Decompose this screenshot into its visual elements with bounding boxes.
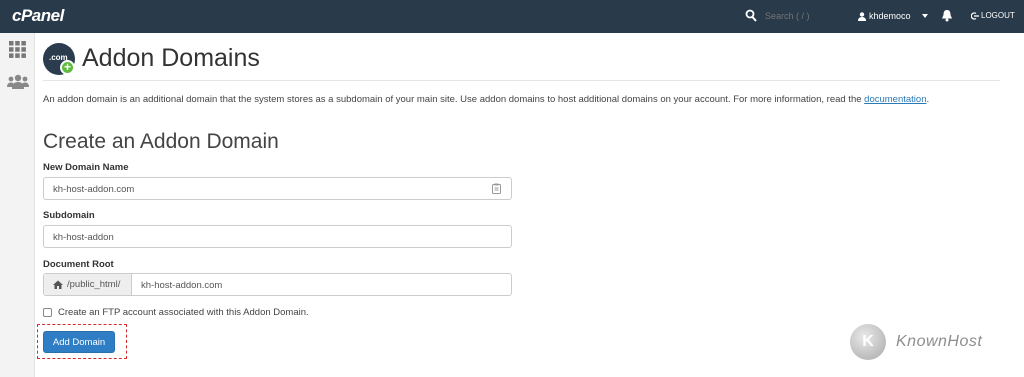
document-root-value: kh-host-addon.com [141,280,223,291]
logout-label: LOGOUT [981,11,1015,20]
users-icon[interactable] [7,74,29,89]
bell-icon[interactable] [941,9,953,22]
ftp-account-checkbox[interactable] [43,308,52,317]
search-box[interactable] [745,9,845,23]
description-end: . [926,94,930,105]
ftp-account-label: Create an FTP account associated with th… [58,307,309,318]
user-menu[interactable]: khdemoco [858,11,928,21]
top-navbar: cPanel khdemoco LOGOUT [0,0,1024,33]
new-domain-field[interactable]: kh-host-addon.com [43,177,512,200]
left-sidebar [0,33,35,377]
section-title: Create an Addon Domain [43,130,279,153]
description-text: An addon domain is an additional domain … [43,94,865,105]
ftp-account-option[interactable]: Create an FTP account associated with th… [43,307,309,318]
logout-link[interactable]: LOGOUT [971,11,1015,20]
document-root-prefix-text: /public_html/ [67,279,121,290]
new-domain-label: New Domain Name [43,162,129,173]
logout-icon [971,11,979,20]
home-icon [53,280,63,289]
add-domain-button[interactable]: Add Domain [43,331,115,353]
plus-icon: + [60,60,75,75]
addon-domain-icon: .com + [43,43,75,75]
knownhost-watermark: K KnownHost [850,324,982,360]
chevron-down-icon [921,14,928,18]
document-root-field[interactable]: /public_html/ kh-host-addon.com [43,273,512,296]
page-title: Addon Domains [82,44,260,72]
new-domain-value: kh-host-addon.com [53,184,135,195]
cpanel-logo[interactable]: cPanel [12,6,64,26]
subdomain-value: kh-host-addon [53,232,114,243]
search-icon[interactable] [745,9,757,23]
username: khdemoco [869,11,911,21]
subdomain-field[interactable]: kh-host-addon [43,225,512,248]
subdomain-label: Subdomain [43,210,95,221]
knownhost-brand: KnownHost [896,333,983,350]
page-description: An addon domain is an additional domain … [43,94,929,105]
documentation-link[interactable]: documentation [864,94,926,105]
search-input[interactable] [765,11,845,21]
clipboard-icon[interactable] [492,183,501,194]
grid-icon[interactable] [9,41,26,58]
document-root-label: Document Root [43,259,114,270]
user-icon [858,11,866,21]
divider [43,80,1000,81]
document-root-prefix: /public_html/ [44,274,132,295]
knownhost-logo-icon: K [850,324,886,360]
